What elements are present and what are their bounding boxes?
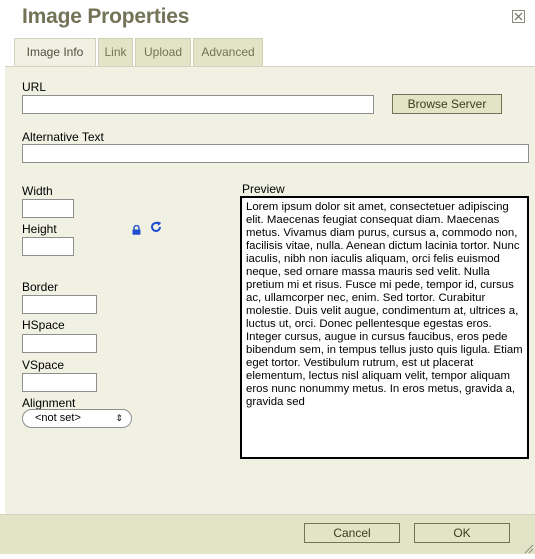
preview-label: Preview: [242, 182, 285, 196]
height-label: Height: [22, 222, 57, 236]
preview-box: Lorem ipsum dolor sit amet, consectetuer…: [240, 196, 529, 459]
lock-icon[interactable]: [132, 222, 141, 235]
image-properties-dialog: Image Properties Image Info Link Upload …: [0, 0, 535, 554]
browse-server-button[interactable]: Browse Server: [392, 94, 502, 114]
tab-image-info[interactable]: Image Info: [14, 38, 96, 66]
select-arrows-icon: ⇕: [115, 413, 123, 423]
alt-text-input[interactable]: [22, 144, 529, 163]
border-input[interactable]: [22, 295, 97, 314]
width-label: Width: [22, 184, 53, 198]
hspace-input[interactable]: [22, 334, 97, 353]
url-label: URL: [22, 80, 47, 94]
height-input[interactable]: [22, 237, 74, 256]
preview-text: Lorem ipsum dolor sit amet, consectetuer…: [246, 201, 523, 408]
border-label: Border: [22, 280, 59, 294]
vspace-input[interactable]: [22, 373, 97, 392]
alignment-select[interactable]: <not set> ⇕: [22, 409, 132, 428]
dialog-titlebar[interactable]: Image Properties: [0, 0, 535, 36]
cancel-button[interactable]: Cancel: [304, 523, 400, 543]
tab-advanced[interactable]: Advanced: [193, 38, 263, 66]
width-input[interactable]: [22, 199, 74, 218]
vspace-label: VSpace: [22, 358, 65, 372]
alignment-value: <not set>: [35, 412, 81, 424]
close-icon[interactable]: [512, 10, 525, 23]
resize-grip-icon[interactable]: [522, 541, 534, 554]
tab-upload[interactable]: Upload: [135, 38, 191, 66]
dialog-title: Image Properties: [22, 5, 190, 28]
alt-text-label: Alternative Text: [22, 130, 104, 144]
tab-link[interactable]: Link: [98, 38, 133, 66]
hspace-label: HSpace: [22, 318, 65, 332]
alignment-label: Alignment: [22, 396, 76, 410]
url-input[interactable]: [22, 95, 374, 114]
reset-size-icon[interactable]: [150, 220, 162, 232]
ok-button[interactable]: OK: [414, 523, 510, 543]
